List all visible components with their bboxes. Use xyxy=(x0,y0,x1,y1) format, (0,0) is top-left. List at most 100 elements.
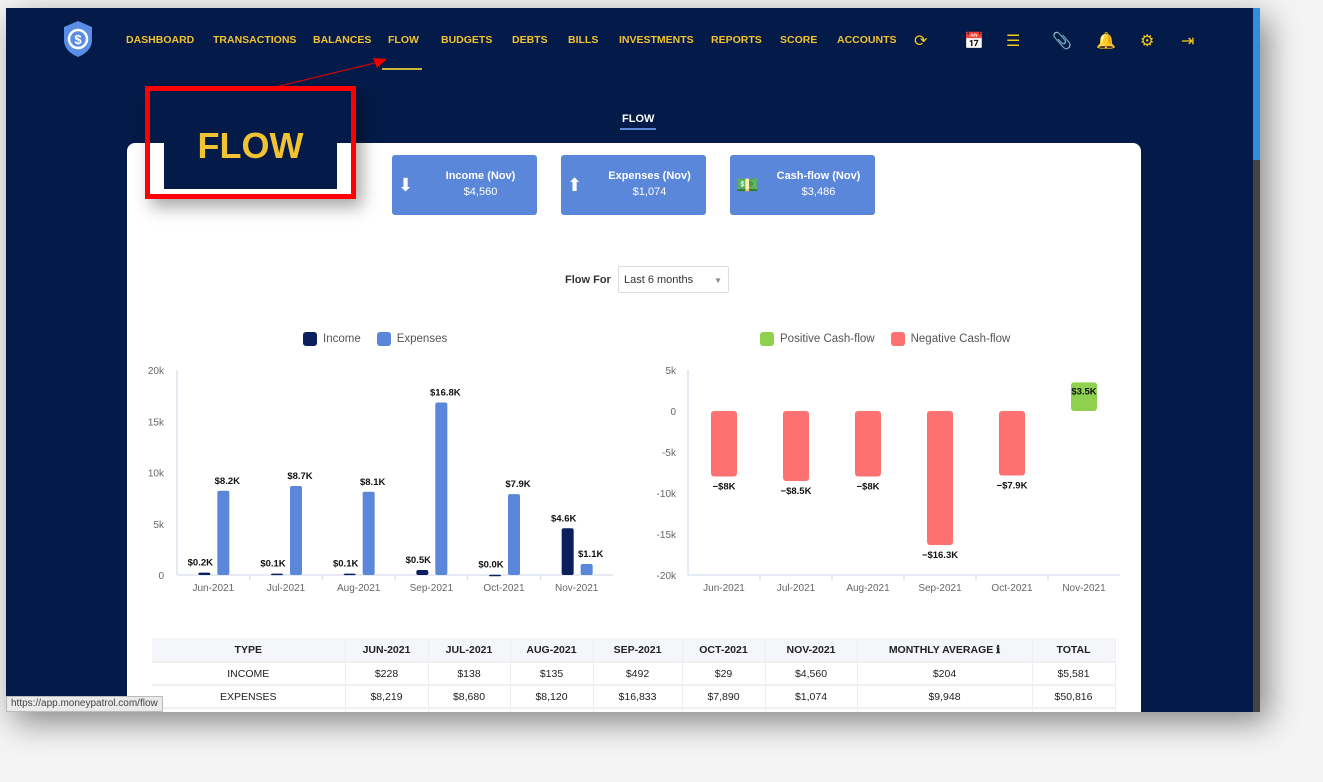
bar-income xyxy=(561,528,574,575)
x-tick-label: Aug-2021 xyxy=(337,583,381,594)
col-header[interactable]: JUN-2021 xyxy=(345,638,429,663)
table-cell: $204 xyxy=(857,662,1033,686)
x-tick-label: Sep-2021 xyxy=(410,583,454,594)
data-label: $0.5K xyxy=(406,555,431,566)
x-tick-label: Aug-2021 xyxy=(846,583,890,594)
y-tick-label: 20k xyxy=(148,366,165,377)
data-label: −$8K xyxy=(857,481,880,492)
y-tick-label: 15k xyxy=(148,417,165,428)
bar-negative-cashflow xyxy=(783,411,809,482)
data-label: −$16.3K xyxy=(922,550,958,561)
data-label: $1.1K xyxy=(578,549,603,560)
table-cell xyxy=(593,708,683,712)
y-tick-label: 0 xyxy=(158,571,164,582)
table-cell xyxy=(765,708,858,712)
col-header[interactable]: NOV-2021 xyxy=(765,638,858,663)
table-cell: $9,948 xyxy=(857,685,1033,709)
flow-table: TYPE JUN-2021 JUL-2021 AUG-2021 SEP-2021 OCT-… xyxy=(152,638,1116,712)
col-header[interactable]: SEP-2021 xyxy=(593,638,683,663)
table-cell xyxy=(510,708,594,712)
x-tick-label: Oct-2021 xyxy=(991,583,1033,594)
col-header[interactable]: OCT-2021 xyxy=(682,638,766,663)
table-row: EXPENSES $8,219 $8,680 $8,120 $16,833 $7,890 $… xyxy=(152,685,1116,709)
table-row xyxy=(152,708,1116,712)
table-cell: $228 xyxy=(345,662,429,686)
x-tick-label: Jun-2021 xyxy=(703,583,745,594)
data-label: $8.7K xyxy=(287,471,312,482)
bar-expenses xyxy=(580,563,593,575)
y-tick-label: -15k xyxy=(657,530,677,541)
table-cell: $8,680 xyxy=(428,685,511,709)
data-label: −$7.9K xyxy=(997,480,1028,491)
y-tick-label: 0 xyxy=(670,407,676,418)
bar-expenses xyxy=(435,402,448,575)
app-window: $ DASHBOARD TRANSACTIONS BALANCES FLOW BUDGE… xyxy=(6,8,1260,712)
y-tick-label: -10k xyxy=(657,489,677,500)
table-cell: $7,890 xyxy=(682,685,766,709)
bar-income xyxy=(343,573,356,576)
bar-expenses xyxy=(362,491,375,575)
data-label: $8.1K xyxy=(360,477,385,488)
col-header[interactable]: TOTAL xyxy=(1032,638,1116,663)
x-tick-label: Sep-2021 xyxy=(918,583,962,594)
income-expenses-chart: 0 5k 10k 15k 20k Jun-2021 $0.2K $8.2K Jul-2021 $0… xyxy=(148,366,1120,594)
col-header[interactable]: AUG-2021 xyxy=(510,638,594,663)
y-tick-label: 5k xyxy=(665,366,677,377)
x-tick-label: Nov-2021 xyxy=(1062,583,1106,594)
col-header[interactable]: MONTHLY AVERAGE ℹ xyxy=(857,638,1033,663)
table-row: INCOME $228 $138 $135 $492 $29 $4,560 $204 $5,58… xyxy=(152,662,1116,686)
y-tick-label: -5k xyxy=(662,448,677,459)
col-header[interactable]: JUL-2021 xyxy=(428,638,511,663)
table-cell xyxy=(152,708,346,712)
table-cell: $492 xyxy=(593,662,683,686)
bar-expenses xyxy=(290,486,302,575)
bar-income xyxy=(416,569,429,575)
data-label: $0.0K xyxy=(478,560,503,571)
x-tick-label: Jun-2021 xyxy=(192,583,234,594)
col-header-text: MONTHLY AVERAGE xyxy=(888,643,994,656)
x-tick-label: Jul-2021 xyxy=(777,583,816,594)
table-cell xyxy=(1032,708,1116,712)
col-header-text: NOV-2021 xyxy=(786,643,836,656)
x-tick-label: Nov-2021 xyxy=(555,583,599,594)
table-cell: $8,219 xyxy=(345,685,429,709)
table-cell: $16,833 xyxy=(593,685,683,709)
scrollbar-thumb[interactable] xyxy=(1253,8,1260,160)
table-cell: EXPENSES xyxy=(152,685,346,709)
scrollbar[interactable] xyxy=(1253,8,1260,712)
bar-income xyxy=(198,572,211,575)
x-tick-label: Oct-2021 xyxy=(483,583,525,594)
bar-expenses xyxy=(217,490,230,575)
col-header-text: JUN-2021 xyxy=(362,643,411,656)
status-bar-url: https://app.moneypatrol.com/flow xyxy=(6,696,163,712)
bar-income xyxy=(271,573,283,576)
col-header[interactable]: TYPE xyxy=(152,638,346,663)
data-label: $4.6K xyxy=(551,513,576,524)
data-label: −$8.5K xyxy=(781,486,812,497)
bar-negative-cashflow xyxy=(927,411,953,545)
data-label: −$8K xyxy=(713,482,736,493)
data-label: $3.5K xyxy=(1071,386,1096,397)
col-header-text: SEP-2021 xyxy=(613,643,662,656)
table-cell: $4,560 xyxy=(765,662,858,686)
bar-negative-cashflow xyxy=(999,411,1025,476)
data-label: $0.1K xyxy=(260,559,285,570)
info-icon[interactable]: ℹ xyxy=(996,644,1000,656)
table-cell: $135 xyxy=(510,662,594,686)
bar-negative-cashflow xyxy=(855,411,881,477)
bar-negative-cashflow xyxy=(711,411,737,477)
data-label: $7.9K xyxy=(505,479,530,490)
bar-income xyxy=(489,574,501,577)
table-cell xyxy=(682,708,766,712)
col-header-text: AUG-2021 xyxy=(526,643,577,656)
table-cell: $5,581 xyxy=(1032,662,1116,686)
col-header-text: JUL-2021 xyxy=(445,643,493,656)
data-label: $16.8K xyxy=(430,387,461,398)
col-header-text: OCT-2021 xyxy=(699,643,748,656)
data-label: $8.2K xyxy=(215,476,240,487)
data-label: $0.2K xyxy=(188,558,213,569)
table-cell: $29 xyxy=(682,662,766,686)
bar-expenses xyxy=(508,494,520,575)
table-cell: $50,816 xyxy=(1032,685,1116,709)
table-cell: INCOME xyxy=(152,662,346,686)
